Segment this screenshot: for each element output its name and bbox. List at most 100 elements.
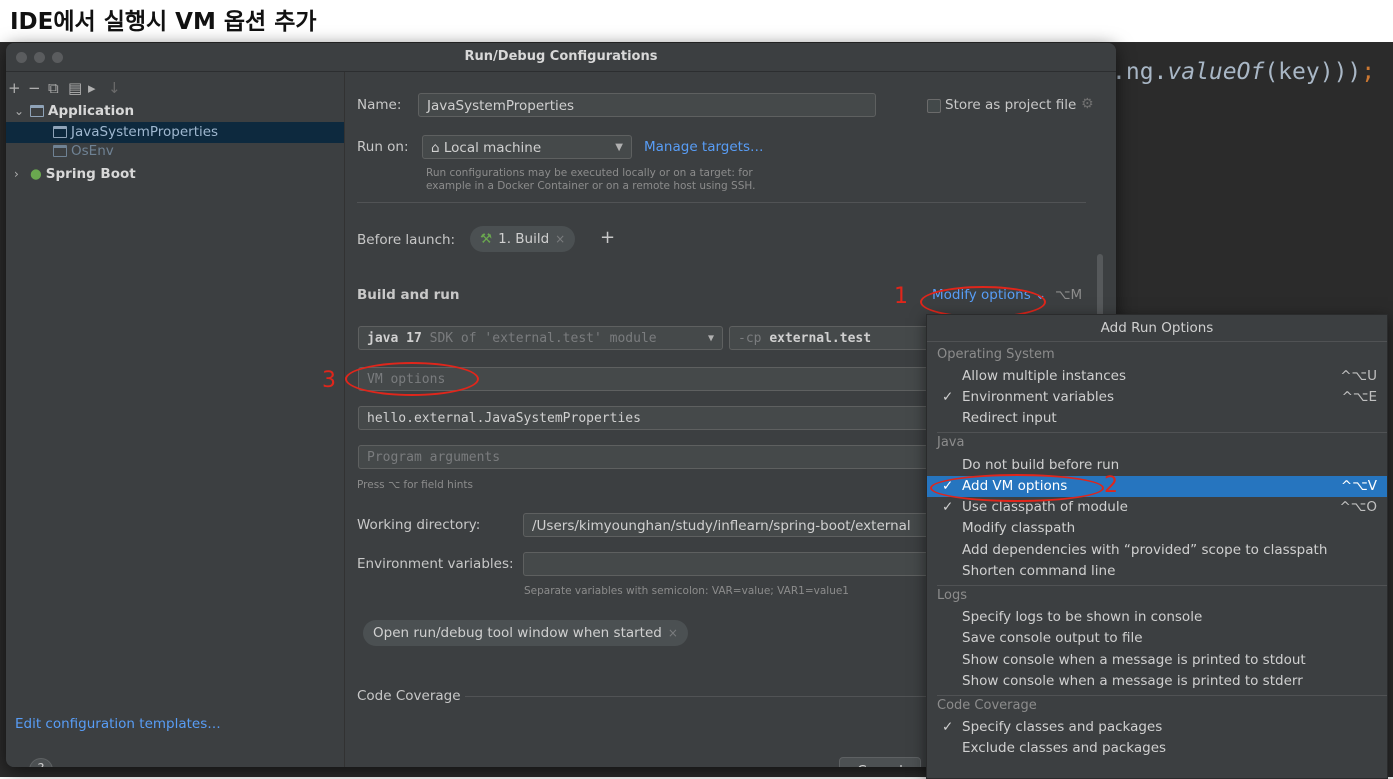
option-label: Save console output to file: [962, 630, 1143, 646]
chevron-down-icon[interactable]: ⌄: [14, 101, 24, 122]
name-field[interactable]: JavaSystemProperties: [418, 93, 876, 117]
group-logs: Logs: [937, 588, 967, 603]
environment-variables-field[interactable]: [523, 552, 930, 576]
option-shortcut: ^⌥O: [1339, 499, 1378, 515]
check-icon: ✓: [942, 499, 954, 515]
working-directory-field[interactable]: /Users/kimyounghan/study/inflearn/spring…: [523, 513, 930, 537]
hammer-icon: ⚒: [480, 231, 493, 247]
configuration-tree-pane: + − ⧉ ▤ ▸ ↓ ⌄ Application JavaSystemProp…: [6, 72, 345, 767]
application-icon: [53, 126, 67, 138]
option-save-console-output[interactable]: Save console output to file: [927, 628, 1387, 649]
tree-item-spring-boot[interactable]: › ● Spring Boot: [6, 164, 344, 185]
annotation-ring-vm-options: [345, 362, 479, 396]
tree-application-label: Application: [48, 103, 135, 119]
home-icon: ⌂: [431, 140, 444, 156]
tree-item-osenv[interactable]: OsEnv: [6, 141, 344, 162]
group-code-coverage: Code Coverage: [937, 698, 1037, 713]
open-tool-window-chip[interactable]: Open run/debug tool window when started ×: [363, 620, 688, 646]
option-specify-logs[interactable]: Specify logs to be shown in console: [927, 607, 1387, 628]
environment-variables-label: Environment variables:: [357, 556, 514, 572]
tree-item-application[interactable]: ⌄ Application: [6, 101, 344, 122]
option-shorten-command-line[interactable]: Shorten command line: [927, 561, 1387, 582]
annotation-ring-add-vm-options: [930, 474, 1104, 502]
group-java: Java: [937, 435, 965, 450]
manage-targets-link[interactable]: Manage targets…: [644, 139, 764, 155]
chevron-right-icon[interactable]: ›: [14, 164, 19, 185]
popup-title: Add Run Options: [927, 315, 1387, 342]
store-as-project-file-label: Store as project file: [945, 97, 1077, 113]
divider: [937, 695, 1387, 696]
option-label: Add dependencies with “provided” scope t…: [962, 542, 1328, 558]
option-specify-classes-and-packages[interactable]: ✓ Specify classes and packages: [927, 717, 1387, 738]
group-operating-system: Operating System: [937, 347, 1055, 362]
working-directory-label: Working directory:: [357, 517, 481, 533]
run-on-select[interactable]: ⌂ Local machine ▼: [422, 135, 632, 159]
divider: [937, 585, 1387, 586]
option-add-provided-dependencies[interactable]: Add dependencies with “provided” scope t…: [927, 540, 1387, 561]
option-show-console-stderr[interactable]: Show console when a message is printed t…: [927, 671, 1387, 692]
option-label: Specify logs to be shown in console: [962, 609, 1203, 625]
gear-icon[interactable]: ⚙: [1081, 96, 1094, 112]
close-icon[interactable]: ×: [555, 232, 565, 246]
code-line: .ng.valueOf(key)));: [1112, 52, 1375, 92]
dropdown-arrow-icon: ▼: [707, 333, 714, 344]
classpath-flag: -cp: [738, 331, 762, 346]
tree-item-java-system-properties[interactable]: JavaSystemProperties: [6, 122, 344, 143]
option-exclude-classes-and-packages[interactable]: Exclude classes and packages: [927, 738, 1387, 759]
annotation-number-2: 2: [1104, 473, 1118, 498]
before-launch-label: Before launch:: [357, 232, 456, 248]
save-configuration-icon[interactable]: ▤: [68, 79, 82, 97]
build-task-label: 1. Build: [498, 231, 550, 247]
run-on-value: Local machine: [443, 140, 542, 156]
option-label: Show console when a message is printed t…: [962, 652, 1306, 668]
code-semicolon: ;: [1361, 59, 1376, 85]
add-run-options-popup: Add Run Options Operating System Allow m…: [926, 314, 1388, 779]
dialog-title: Run/Debug Configurations: [464, 49, 658, 64]
environment-variables-hint: Separate variables with semicolon: VAR=v…: [524, 585, 849, 597]
check-icon: ✓: [942, 389, 954, 405]
application-icon: [53, 145, 67, 157]
divider: [357, 202, 1086, 203]
option-shortcut: ^⌥U: [1340, 368, 1377, 384]
cancel-button[interactable]: Cancel: [839, 757, 921, 767]
option-label: Shorten command line: [962, 563, 1116, 579]
option-label: Show console when a message is printed t…: [962, 673, 1303, 689]
move-into-folder-icon[interactable]: ▸: [88, 79, 96, 97]
close-icon[interactable]: ×: [668, 626, 678, 640]
classpath-select[interactable]: -cp external.test: [729, 326, 929, 350]
copy-configuration-icon[interactable]: ⧉: [48, 79, 59, 97]
code-coverage-section[interactable]: Code Coverage: [357, 688, 461, 704]
option-show-console-stdout[interactable]: Show console when a message is printed t…: [927, 650, 1387, 671]
option-redirect-input[interactable]: Redirect input: [927, 408, 1387, 429]
remove-configuration-icon[interactable]: −: [28, 79, 41, 97]
annotation-number-3: 3: [322, 368, 336, 393]
option-label: Modify classpath: [962, 520, 1076, 536]
run-on-label: Run on:: [357, 139, 409, 155]
dropdown-arrow-icon: ▼: [615, 142, 623, 153]
option-allow-multiple-instances[interactable]: Allow multiple instances ^⌥U: [927, 366, 1387, 387]
sort-configurations-icon[interactable]: ↓: [108, 79, 121, 97]
modify-options-shortcut: ⌥M: [1055, 287, 1083, 303]
code-prefix: .ng.: [1112, 59, 1168, 85]
option-do-not-build-before-run[interactable]: Do not build before run: [927, 455, 1387, 476]
sdk-select[interactable]: java 17 SDK of 'external.test' module ▼: [358, 326, 723, 350]
check-icon: ✓: [942, 719, 954, 735]
edit-configuration-templates-link[interactable]: Edit configuration templates…: [15, 716, 221, 732]
option-label: Exclude classes and packages: [962, 740, 1167, 756]
open-tool-window-label: Open run/debug tool window when started: [373, 625, 662, 641]
build-task-chip[interactable]: ⚒ 1. Build ×: [470, 226, 576, 252]
main-class-field[interactable]: hello.external.JavaSystemProperties: [358, 406, 930, 430]
option-environment-variables[interactable]: ✓ Environment variables ^⌥E: [927, 387, 1387, 408]
spring-boot-icon: ●: [30, 166, 42, 182]
store-as-project-file-checkbox[interactable]: [927, 99, 941, 113]
page-heading: IDE에서 실행시 VM 옵션 추가: [10, 9, 317, 35]
divider: [937, 432, 1387, 433]
program-arguments-field[interactable]: Program arguments: [358, 445, 930, 469]
tree-item-label: JavaSystemProperties: [71, 124, 219, 140]
classpath-module: external.test: [769, 331, 872, 346]
add-configuration-icon[interactable]: +: [8, 79, 21, 97]
dialog-titlebar: Run/Debug Configurations: [6, 43, 1116, 72]
option-modify-classpath[interactable]: Modify classpath: [927, 518, 1387, 539]
add-before-launch-task-icon[interactable]: +: [600, 227, 615, 248]
help-button[interactable]: ?: [29, 758, 53, 767]
